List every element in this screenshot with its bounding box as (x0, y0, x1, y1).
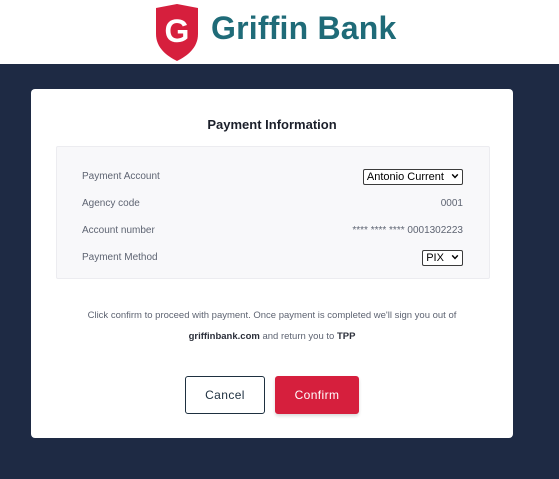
chevron-down-icon (451, 254, 459, 260)
notice-tpp: TPP (336, 331, 356, 342)
cancel-button[interactable]: Cancel (185, 376, 265, 414)
payment-method-select[interactable]: PIX (422, 250, 463, 266)
confirm-button[interactable]: Confirm (275, 376, 359, 414)
payment-method-label: Payment Method (82, 252, 158, 263)
payment-account-value: Antonio Current (366, 171, 444, 183)
account-number-row: Account number **** **** **** 0001302223 (82, 223, 463, 241)
logo-letter: G (165, 13, 190, 49)
payment-account-row: Payment Account Antonio Current (82, 169, 463, 187)
account-number-value: **** **** **** 0001302223 (352, 225, 463, 236)
agency-code-label: Agency code (82, 198, 140, 209)
notice-mid: and return you to (259, 331, 337, 342)
card-title: Payment Information (207, 117, 337, 132)
payment-method-value: PIX (426, 252, 444, 264)
agency-code-row: Agency code 0001 (82, 196, 463, 214)
chevron-down-icon (451, 173, 459, 179)
payment-notice: Click confirm to proceed with payment. O… (31, 305, 513, 347)
griffin-shield-logo: G (156, 4, 198, 61)
payment-card: Payment Information Payment Account Anto… (31, 89, 513, 438)
brand-name: Griffin Bank (211, 10, 397, 46)
notice-domain: griffinbank.com (188, 331, 260, 342)
account-number-label: Account number (82, 225, 155, 236)
payment-details-panel: Payment Account Antonio Current Agency c… (56, 146, 490, 279)
payment-account-label: Payment Account (82, 171, 160, 182)
header-bar: G Griffin Bank (0, 0, 559, 64)
payment-method-row: Payment Method PIX (82, 250, 463, 268)
notice-line1: Click confirm to proceed with payment. O… (87, 310, 457, 321)
payment-account-select[interactable]: Antonio Current (362, 169, 463, 185)
agency-code-value: 0001 (440, 198, 463, 209)
